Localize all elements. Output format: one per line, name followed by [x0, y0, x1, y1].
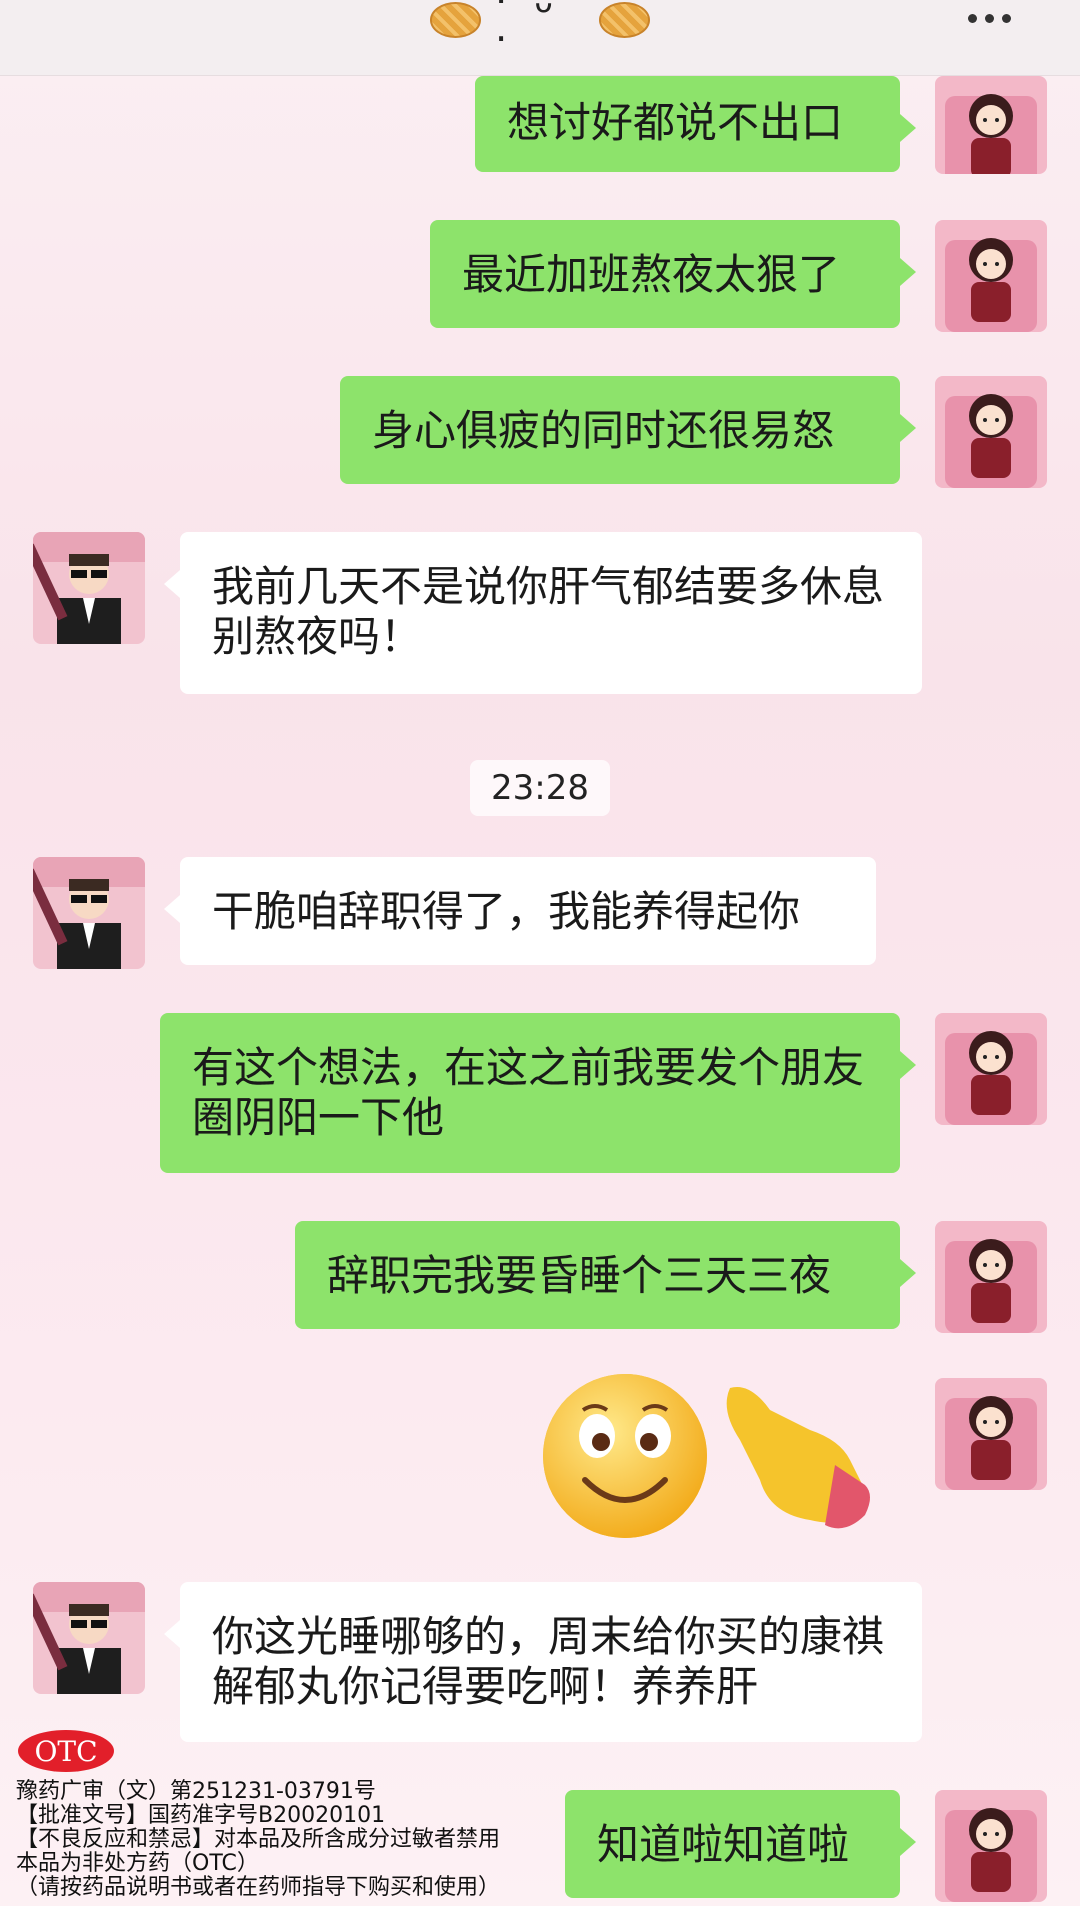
contact-avatar[interactable]	[33, 857, 145, 969]
chat-header: · ᴗ ·	[0, 0, 1080, 76]
message-timestamp: 23:28	[470, 760, 610, 816]
smiley-emoji-icon	[543, 1374, 707, 1538]
message-text: 最近加班熬夜太狠了	[462, 250, 841, 299]
message-text: 干脆咱辞职得了，我能养得起你	[212, 887, 801, 936]
title-face-text: · ᴗ ·	[491, 0, 556, 58]
message-text: 有这个想法，在这之前我要发个朋友圈阴阳一下他	[192, 1043, 865, 1142]
message-bubble-outgoing[interactable]: 身心俱疲的同时还很易怒	[340, 376, 916, 484]
message-text: 我前几天不是说你肝气郁结要多休息别熬夜吗！	[212, 562, 885, 661]
message-bubble-incoming[interactable]: 你这光睡哪够的，周末给你买的康祺解郁丸你记得要吃啊！养养肝	[164, 1582, 922, 1742]
disclaimer-line: 豫药广审（文）第251231-03791号	[16, 1779, 376, 1804]
waffle-icon	[430, 2, 482, 38]
my-avatar[interactable]	[935, 220, 1047, 332]
waffle-icon	[598, 2, 650, 38]
chat-title: · ᴗ ·	[430, 0, 650, 58]
my-avatar[interactable]	[935, 76, 1047, 174]
message-bubble-outgoing[interactable]: 有这个想法，在这之前我要发个朋友圈阴阳一下他	[160, 1013, 916, 1173]
sticker-message[interactable]	[535, 1370, 915, 1540]
message-bubble-incoming[interactable]: 我前几天不是说你肝气郁结要多休息别熬夜吗！	[164, 532, 922, 694]
my-avatar[interactable]	[935, 376, 1047, 488]
message-bubble-outgoing[interactable]: 知道啦知道啦	[565, 1790, 916, 1898]
message-bubble-outgoing[interactable]: 想讨好都说不出口	[475, 76, 916, 172]
my-avatar[interactable]	[935, 1013, 1047, 1125]
message-bubble-incoming[interactable]: 干脆咱辞职得了，我能养得起你	[164, 857, 876, 965]
disclaimer-line: 【不良反应和禁忌】对本品及所含成分过敏者禁用	[16, 1827, 501, 1852]
message-text: 你这光睡哪够的，周末给你买的康祺解郁丸你记得要吃啊！养养肝	[212, 1612, 885, 1711]
contact-avatar[interactable]	[33, 1582, 145, 1694]
otc-badge: OTC	[18, 1730, 114, 1772]
pointing-hand-emoji-icon	[726, 1386, 870, 1529]
drug-ad-disclaimer: 豫药广审（文）第251231-03791号 【批准文号】国药准字号B200201…	[16, 1780, 576, 1900]
message-bubble-outgoing[interactable]: 最近加班熬夜太狠了	[430, 220, 916, 328]
message-text: 身心俱疲的同时还很易怒	[372, 406, 835, 455]
contact-avatar[interactable]	[33, 532, 145, 644]
message-text: 知道啦知道啦	[597, 1820, 850, 1869]
my-avatar[interactable]	[935, 1790, 1047, 1902]
disclaimer-line: 【批准文号】国药准字号B20020101	[16, 1803, 386, 1828]
message-text: 想讨好都说不出口	[507, 98, 844, 147]
message-text: 辞职完我要昏睡个三天三夜	[327, 1251, 832, 1300]
disclaimer-line: 本品为非处方药（OTC）	[16, 1851, 259, 1876]
disclaimer-line: （请按药品说明书或者在药师指导下购买和使用）	[16, 1875, 501, 1900]
message-bubble-outgoing[interactable]: 辞职完我要昏睡个三天三夜	[295, 1221, 916, 1329]
more-dots-icon[interactable]	[968, 8, 1028, 28]
my-avatar[interactable]	[935, 1221, 1047, 1333]
my-avatar[interactable]	[935, 1378, 1047, 1490]
